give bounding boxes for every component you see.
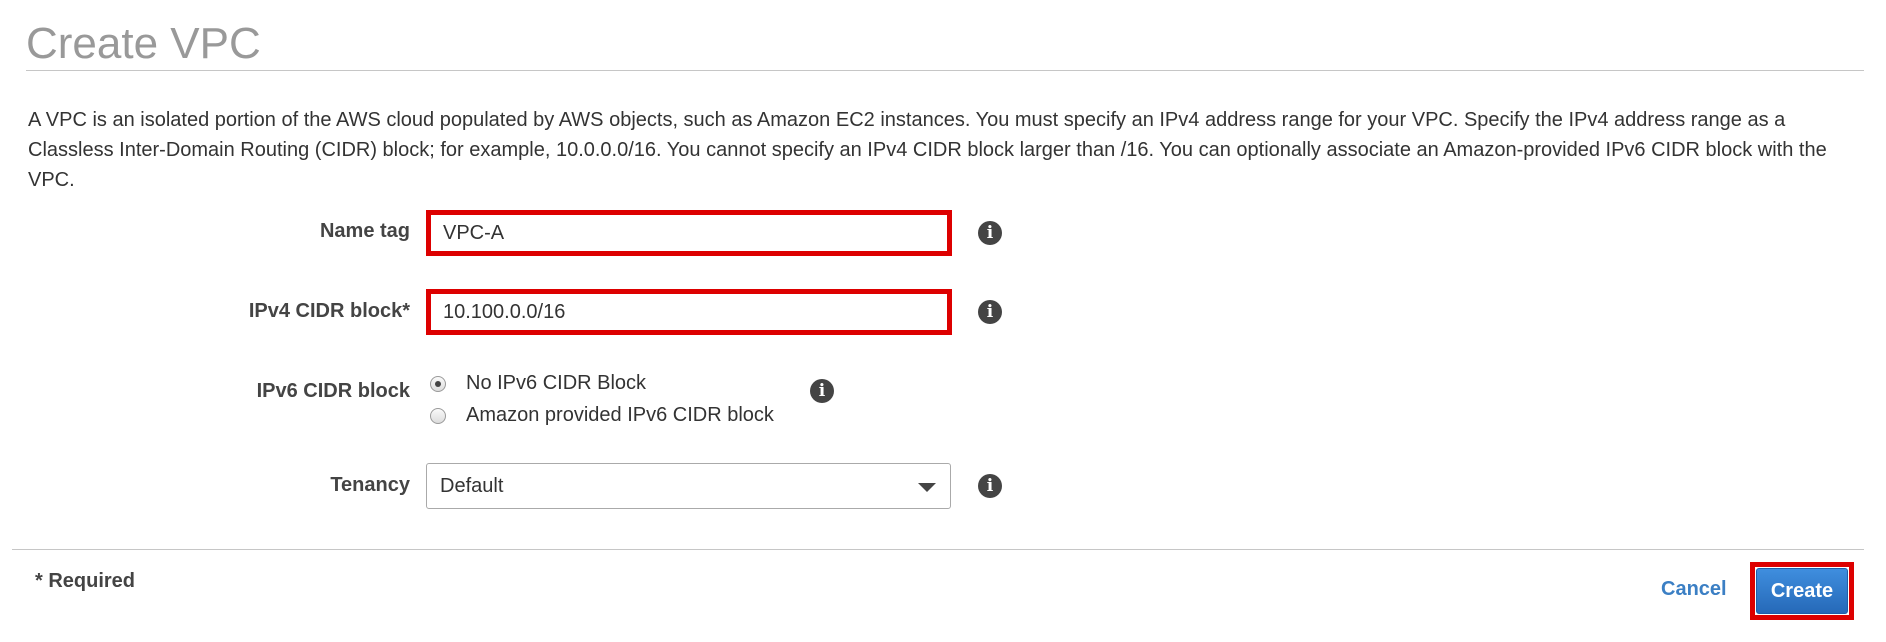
radio-amazon-ipv6[interactable]: Amazon provided IPv6 CIDR block — [430, 404, 774, 427]
radio-button-selected[interactable] — [430, 375, 446, 392]
ipv4-cidr-label: IPv4 CIDR block* — [248, 300, 410, 322]
title-divider — [26, 70, 1864, 71]
page-description: A VPC is an isolated portion of the AWS … — [28, 109, 1827, 191]
info-icon[interactable]: i — [978, 221, 1002, 245]
required-note: * Required — [35, 570, 136, 592]
ipv4-cidr-input[interactable] — [426, 289, 952, 335]
name-tag-input[interactable] — [426, 210, 952, 256]
tenancy-selected-value: Default — [440, 475, 504, 497]
radio-button[interactable] — [430, 407, 446, 424]
caret-down-icon — [918, 483, 936, 492]
page-title: Create VPC — [26, 19, 261, 68]
radio-no-ipv6[interactable]: No IPv6 CIDR Block — [430, 372, 646, 395]
tenancy-select[interactable]: Default — [426, 463, 951, 509]
cancel-button[interactable]: Cancel — [1661, 578, 1727, 601]
info-icon[interactable]: i — [978, 474, 1002, 498]
create-button[interactable]: Create — [1756, 568, 1848, 614]
info-icon[interactable]: i — [810, 379, 834, 403]
footer-divider — [12, 549, 1864, 550]
radio-label: No IPv6 CIDR Block — [466, 372, 647, 394]
tenancy-label: Tenancy — [330, 474, 410, 496]
info-icon[interactable]: i — [978, 300, 1002, 324]
ipv6-cidr-label: IPv6 CIDR block — [256, 380, 410, 402]
name-tag-label: Name tag — [319, 220, 410, 242]
radio-label: Amazon provided IPv6 CIDR block — [466, 404, 774, 426]
